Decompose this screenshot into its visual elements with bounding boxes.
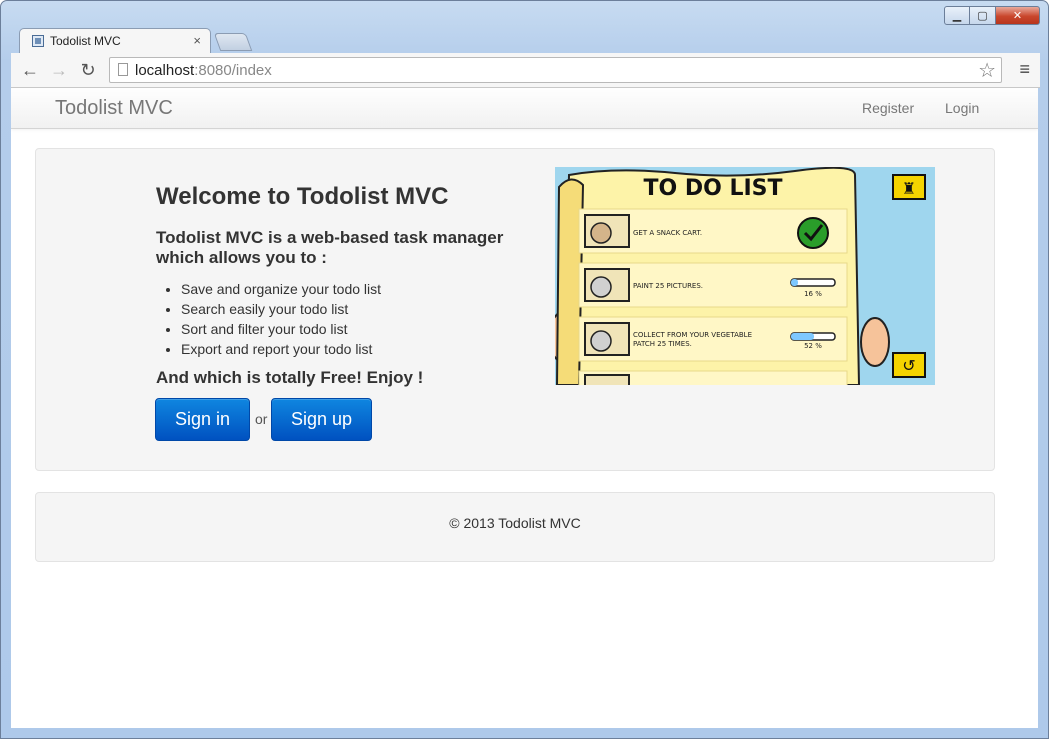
or-separator: or: [255, 411, 268, 427]
feature-list: Save and organize your todo list Search …: [156, 279, 381, 359]
tab-title: Todolist MVC: [50, 34, 121, 48]
back-icon[interactable]: ←: [19, 59, 41, 81]
hero-unit: Welcome to Todolist MVC Todolist MVC is …: [35, 148, 995, 471]
feature-item: Save and organize your todo list: [181, 279, 381, 299]
hero-subtitle: Todolist MVC is a web-based task manager…: [156, 228, 504, 267]
sign-up-button[interactable]: Sign up: [271, 398, 372, 441]
footer: © 2013 Todolist MVC: [35, 492, 995, 562]
progress-label: 52 %: [804, 342, 822, 350]
feature-item: Search easily your todo list: [181, 299, 381, 319]
hamburger-menu-icon[interactable]: ≡: [1019, 59, 1030, 80]
todo-item-text: PAINT 25 PICTURES.: [633, 282, 703, 290]
maximize-icon[interactable]: ▢: [970, 6, 996, 25]
register-link[interactable]: Register: [862, 100, 914, 116]
todo-list-illustration: TO DO LIST GET A SNACK CART. PAINT 25 PI…: [555, 167, 935, 385]
new-tab-button[interactable]: [213, 33, 253, 51]
feature-item: Sort and filter your todo list: [181, 319, 381, 339]
page-viewport: Todolist MVC Register Login Welcome to T…: [11, 88, 1038, 728]
minimize-icon[interactable]: ▁: [944, 6, 970, 25]
sign-in-button[interactable]: Sign in: [155, 398, 250, 441]
tab-close-icon[interactable]: ×: [193, 33, 201, 48]
check-icon: [797, 217, 829, 249]
navbar: Todolist MVC Register Login: [11, 88, 1038, 129]
browser-toolbar: ← → ↻ localhost:8080/index ☆ ≡: [11, 53, 1040, 88]
login-link[interactable]: Login: [945, 100, 979, 116]
page-title: Welcome to Todolist MVC: [156, 183, 449, 210]
feature-item: Export and report your todo list: [181, 339, 381, 359]
window-controls: ▁ ▢ ✕: [944, 6, 1040, 25]
forward-icon[interactable]: →: [48, 59, 70, 81]
page-icon: [118, 63, 128, 76]
favicon-icon: [32, 35, 44, 47]
progress-label: 16 %: [804, 290, 822, 298]
svg-text:PATCH 25 TIMES.: PATCH 25 TIMES.: [633, 340, 692, 348]
hero-tagline: And which is totally Free! Enjoy !: [156, 368, 424, 387]
address-bar[interactable]: localhost:8080/index ☆: [109, 57, 1002, 83]
brand-link[interactable]: Todolist MVC: [55, 97, 173, 120]
browser-tab[interactable]: Todolist MVC ×: [19, 28, 211, 54]
reload-icon[interactable]: ↻: [77, 59, 99, 81]
star-icon[interactable]: ☆: [978, 58, 996, 83]
illustration-heading: TO DO LIST: [643, 176, 782, 201]
copyright-text: © 2013 Todolist MVC: [449, 515, 581, 531]
svg-text:↺: ↺: [902, 356, 915, 375]
url-text[interactable]: localhost:8080/index: [135, 62, 272, 79]
svg-text:♜: ♜: [902, 179, 916, 198]
svg-text:COLLECT FROM YOUR VEGETABLE: COLLECT FROM YOUR VEGETABLE: [633, 331, 752, 339]
todo-item-text: GET A SNACK CART.: [633, 229, 702, 237]
close-window-icon[interactable]: ✕: [996, 6, 1040, 25]
browser-window: ▁ ▢ ✕ Todolist MVC × ← → ↻ localhost:808…: [0, 0, 1049, 739]
